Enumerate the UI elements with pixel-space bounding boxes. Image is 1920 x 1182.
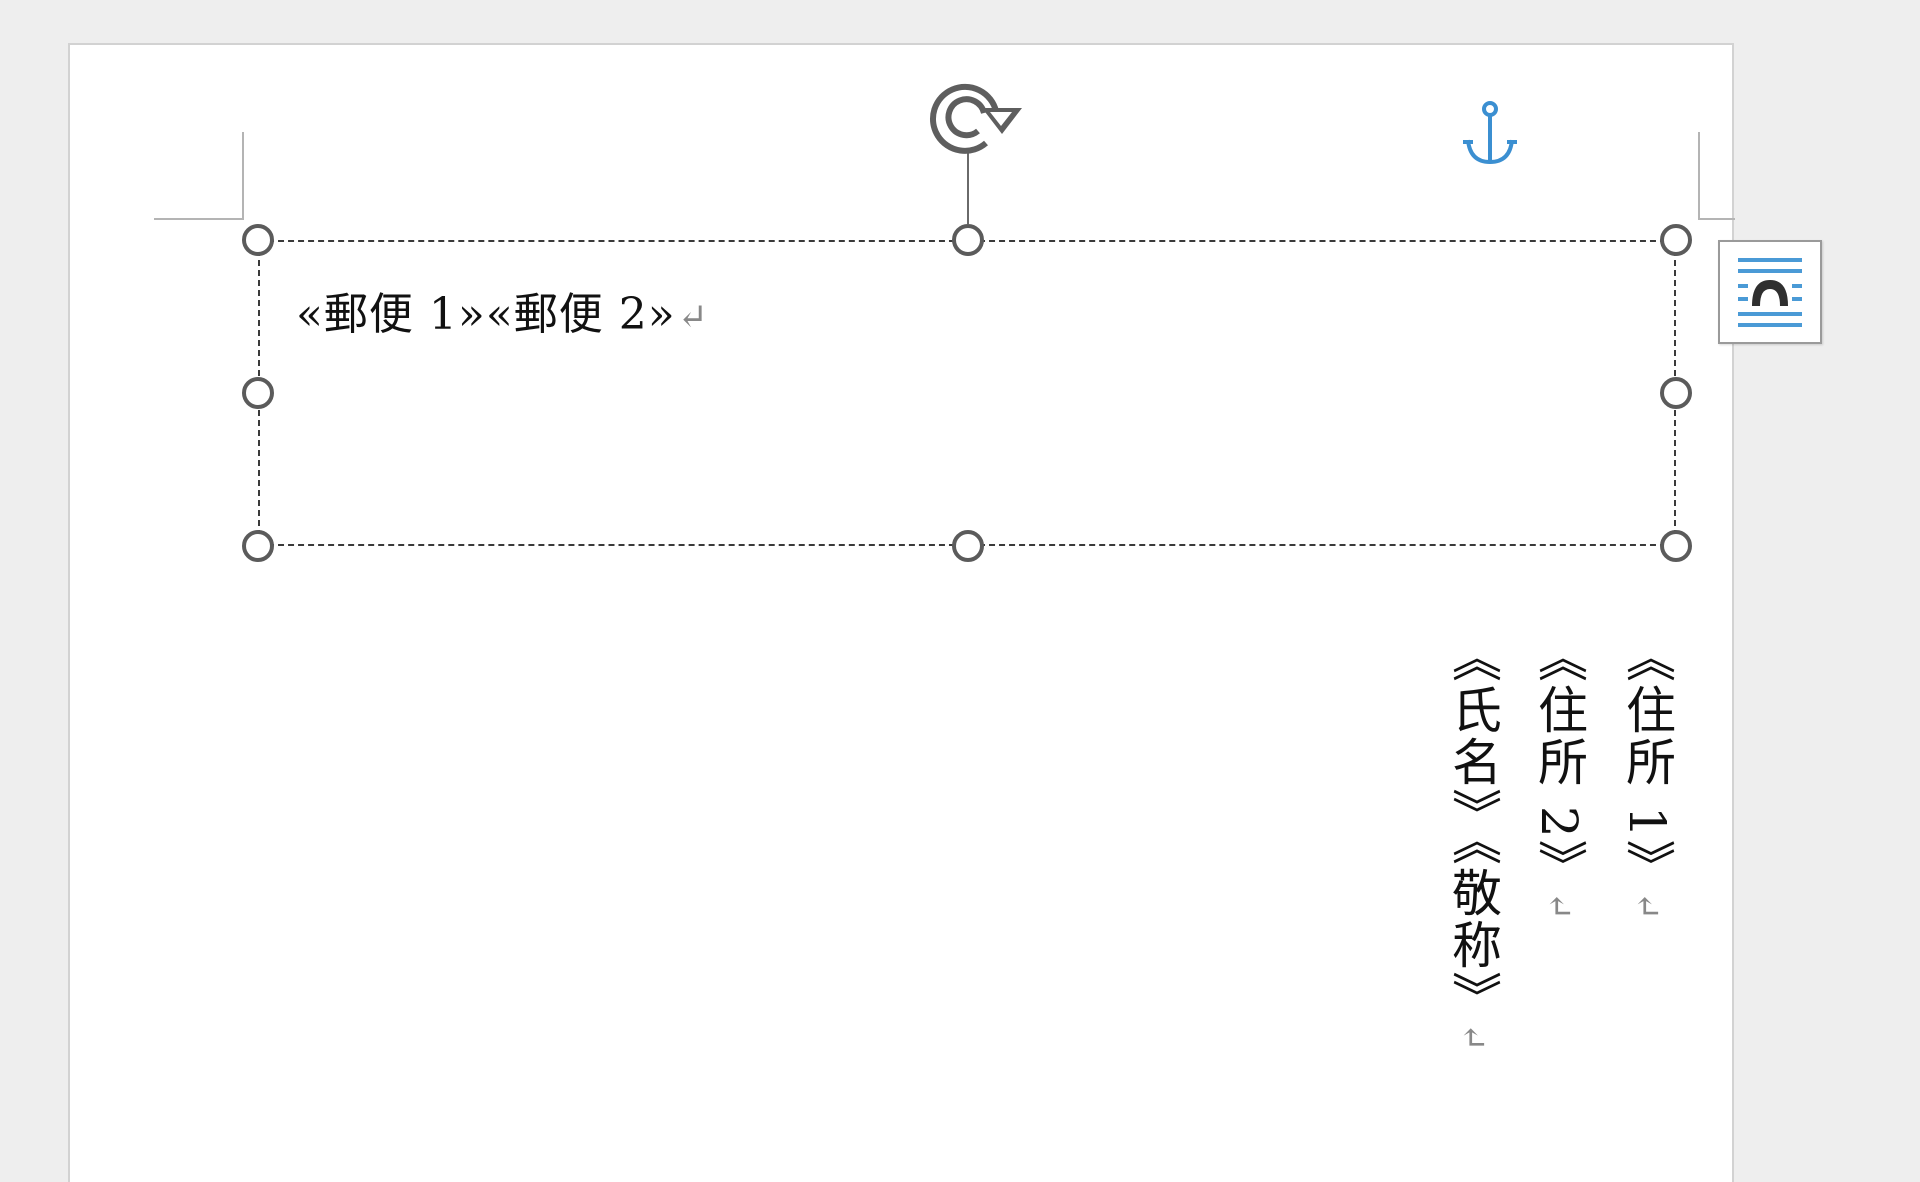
recipient-name-line[interactable]: 《氏名》《敬称》↵: [1444, 632, 1502, 1054]
resize-handle-bottom-left[interactable]: [242, 530, 274, 562]
resize-handle-top-left[interactable]: [242, 224, 274, 256]
address-line-2-text: 《住所 2》: [1530, 632, 1588, 892]
paragraph-mark: ↵: [677, 297, 709, 338]
text-box[interactable]: «郵便 1»«郵便 2»↵: [258, 240, 1676, 546]
resize-handle-top-center[interactable]: [952, 224, 984, 256]
paragraph-mark: ↵: [1627, 891, 1667, 923]
document-canvas: «郵便 1»«郵便 2»↵ 《住所 1》↵ 《住所 2》↵ 《氏名》《敬称》↵: [0, 0, 1920, 1182]
postal-code-field-line[interactable]: «郵便 1»«郵便 2»↵: [296, 278, 709, 342]
address-line-2[interactable]: 《住所 2》↵: [1530, 632, 1588, 923]
rotate-handle-icon[interactable]: [924, 74, 1024, 160]
anchor-icon[interactable]: [1460, 100, 1520, 168]
address-line-1[interactable]: 《住所 1》↵: [1618, 632, 1676, 923]
paragraph-mark: ↵: [1453, 1023, 1493, 1054]
resize-handle-top-right[interactable]: [1660, 224, 1692, 256]
paragraph-mark: ↵: [1539, 891, 1579, 923]
layout-options-button[interactable]: [1718, 240, 1822, 344]
resize-handle-bottom-center[interactable]: [952, 530, 984, 562]
resize-handle-bottom-right[interactable]: [1660, 530, 1692, 562]
resize-handle-middle-right[interactable]: [1660, 377, 1692, 409]
margin-corner-top-right: [1698, 132, 1735, 220]
margin-corner-top-left: [154, 132, 244, 220]
layout-options-icon: [1738, 258, 1802, 327]
address-line-1-text: 《住所 1》: [1618, 632, 1676, 892]
postal-code-merge-fields: «郵便 1»«郵便 2»: [296, 289, 676, 340]
recipient-name-text: 《氏名》《敬称》: [1444, 632, 1502, 1023]
resize-handle-middle-left[interactable]: [242, 377, 274, 409]
